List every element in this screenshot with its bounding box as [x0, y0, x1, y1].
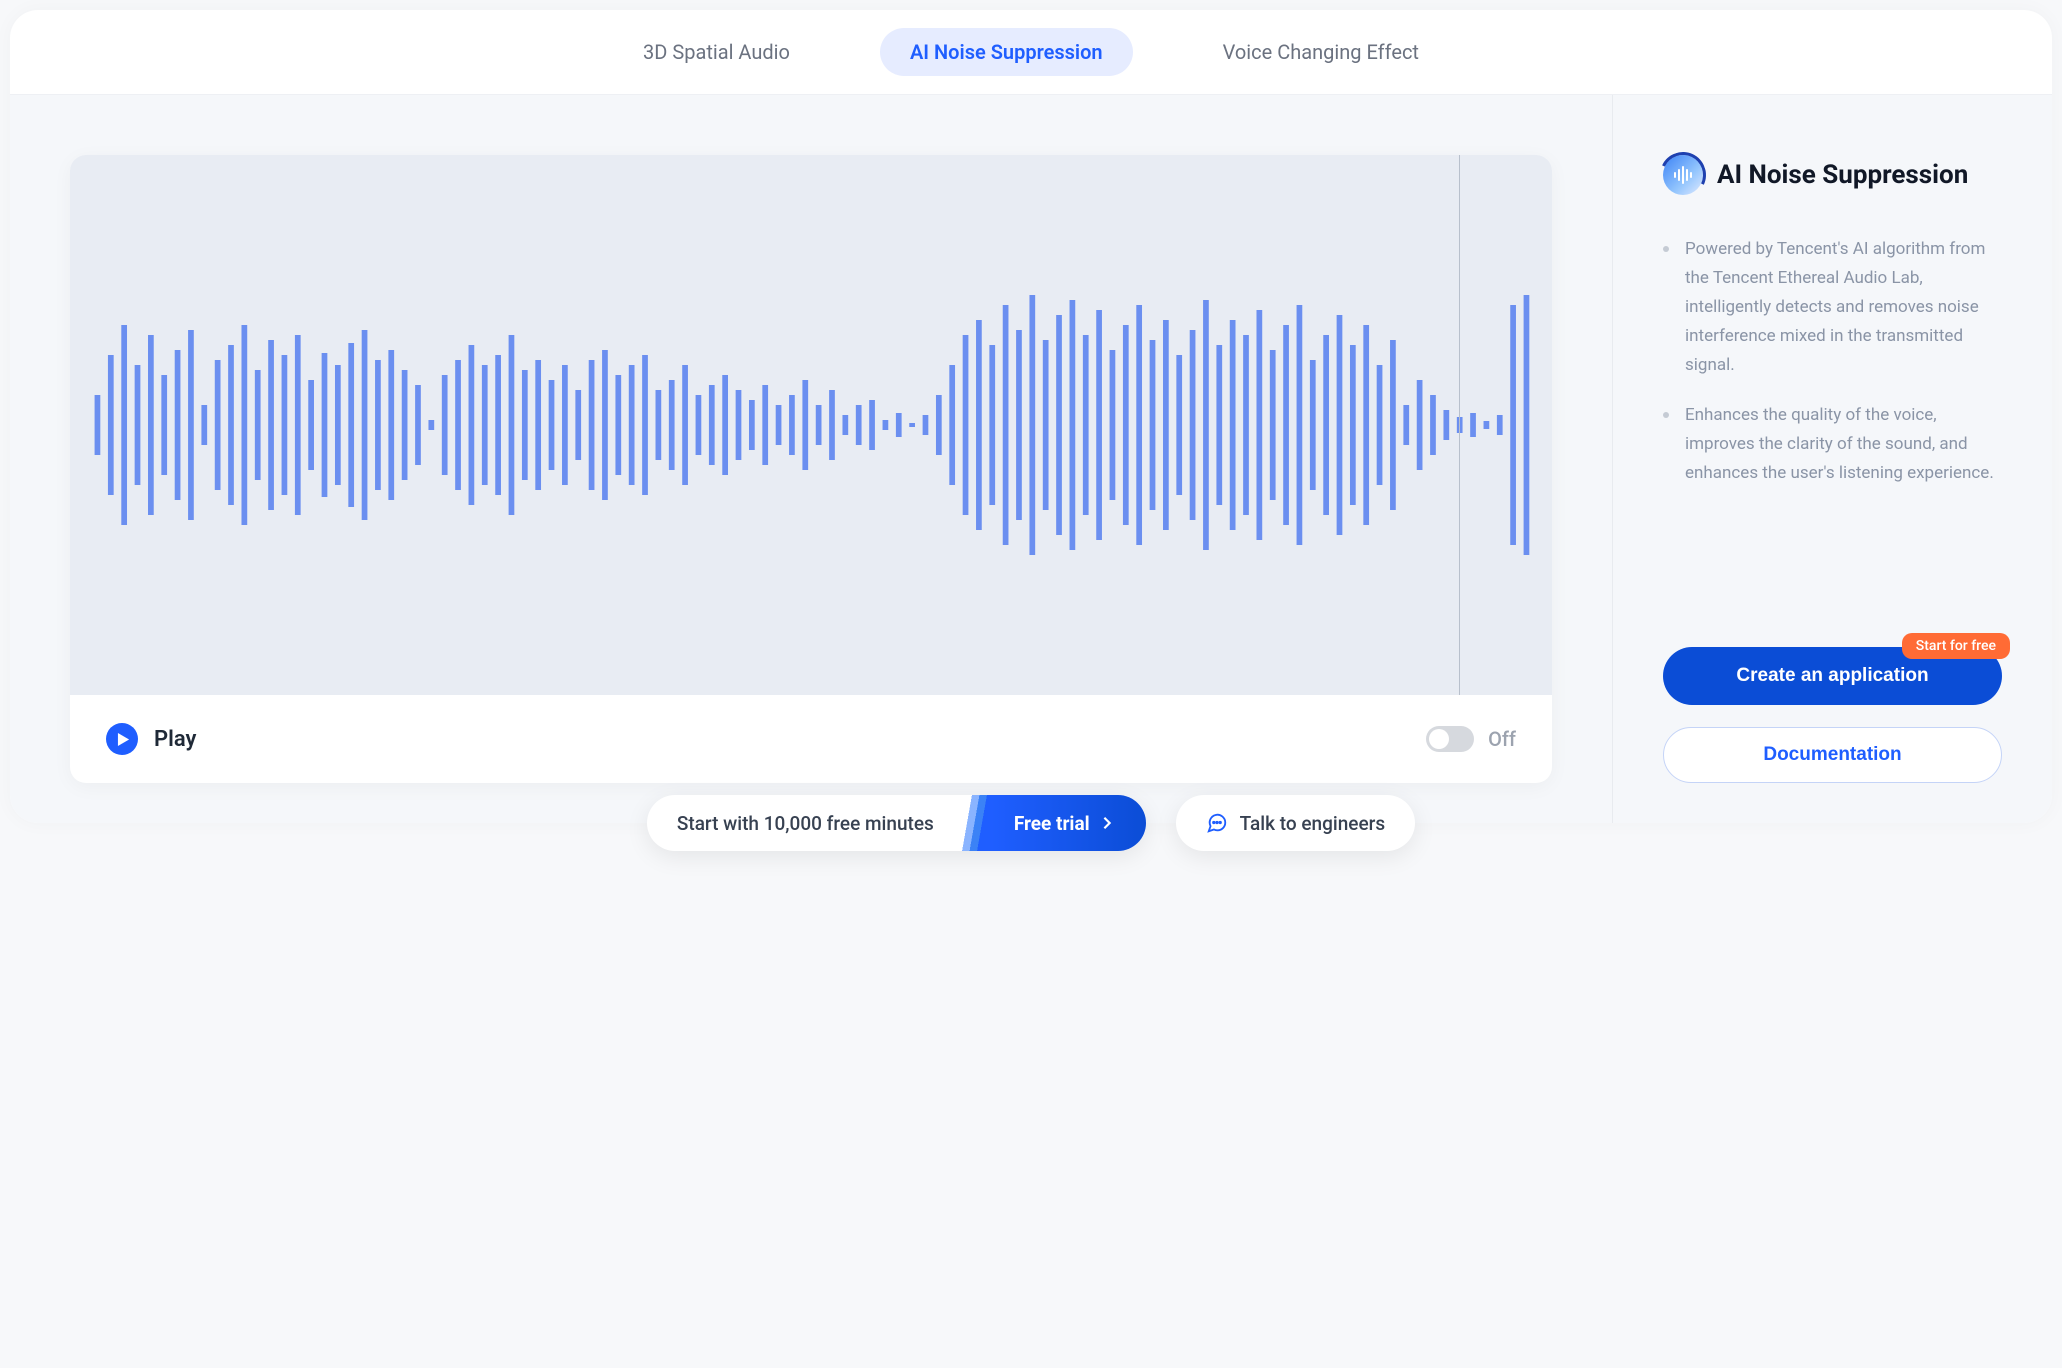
player-controls: Play Off	[70, 695, 1552, 783]
free-minutes-text: Start with 10,000 free minutes	[647, 812, 934, 835]
feature-list: Powered by Tencent's AI algorithm from t…	[1663, 235, 2002, 627]
free-trial-pill: Start with 10,000 free minutes Free tria…	[647, 795, 1146, 851]
waveform-card: Play Off	[70, 155, 1552, 783]
free-trial-label: Free trial	[1014, 812, 1090, 835]
talk-label: Talk to engineers	[1240, 812, 1385, 835]
feature-item: Enhances the quality of the voice, impro…	[1663, 401, 2002, 488]
chat-icon	[1206, 812, 1228, 834]
waveform-icon	[86, 265, 1536, 585]
chevron-right-icon	[1100, 816, 1114, 830]
start-free-badge: Start for free	[1902, 633, 2010, 659]
tab-ai-noise-suppression[interactable]: AI Noise Suppression	[880, 28, 1133, 76]
audio-wave-icon	[1663, 155, 1703, 195]
toggle-switch-icon	[1426, 726, 1474, 752]
toggle-label: Off	[1488, 727, 1516, 751]
noise-suppression-toggle[interactable]: Off	[1426, 726, 1516, 752]
free-trial-button[interactable]: Free trial	[992, 795, 1146, 851]
play-button[interactable]: Play	[106, 723, 196, 755]
tab-voice-changing-effect[interactable]: Voice Changing Effect	[1193, 28, 1449, 76]
waveform-divider	[1459, 155, 1460, 695]
talk-to-engineers-button[interactable]: Talk to engineers	[1176, 795, 1415, 851]
info-title: AI Noise Suppression	[1717, 160, 1968, 190]
feature-card: 3D Spatial Audio AI Noise Suppression Vo…	[10, 10, 2052, 823]
demo-panel: Play Off	[10, 95, 1612, 823]
info-header: AI Noise Suppression	[1663, 155, 2002, 195]
waveform-display	[70, 155, 1552, 695]
tab-3d-spatial-audio[interactable]: 3D Spatial Audio	[613, 28, 820, 76]
cta-group: Start for free Create an application Doc…	[1663, 647, 2002, 783]
play-icon	[106, 723, 138, 755]
slash-decoration-icon	[952, 795, 992, 851]
play-label: Play	[154, 727, 196, 752]
feature-item: Powered by Tencent's AI algorithm from t…	[1663, 235, 2002, 379]
documentation-button[interactable]: Documentation	[1663, 727, 2002, 783]
bottom-cta-bar: Start with 10,000 free minutes Free tria…	[10, 795, 2052, 851]
tab-bar: 3D Spatial Audio AI Noise Suppression Vo…	[10, 10, 2052, 94]
info-panel: AI Noise Suppression Powered by Tencent'…	[1612, 95, 2052, 823]
main-area: Play Off AI Noise Suppression	[10, 94, 2052, 823]
